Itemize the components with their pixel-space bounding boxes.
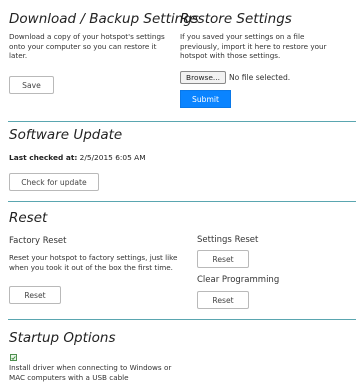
restore-settings-description: If you saved your settings on a file pre…: [180, 32, 327, 61]
install-driver-text: Install driver when connecting to Window…: [9, 363, 172, 382]
factory-reset-label: Factory Reset: [9, 236, 67, 246]
section-divider: [8, 121, 356, 122]
section-divider: [8, 201, 356, 202]
download-backup-description: Download a copy of your hotspot's settin…: [9, 32, 165, 61]
reset-title: Reset: [9, 210, 48, 226]
section-divider: [8, 319, 356, 320]
clear-programming-reset-button[interactable]: Reset: [197, 291, 249, 309]
download-backup-title: Download / Backup Settings: [9, 11, 199, 27]
browse-file-button[interactable]: Browse...: [180, 71, 226, 84]
factory-reset-description: Reset your hotspot to factory settings, …: [9, 253, 178, 272]
last-checked-value: 2/5/2015 6:05 AM: [79, 153, 146, 162]
last-checked-line: Last checked at: 2/5/2015 6:05 AM: [9, 153, 146, 162]
file-status-text: No file selected.: [229, 73, 291, 82]
submit-button[interactable]: Submit: [180, 90, 231, 108]
check-for-update-button[interactable]: Check for update: [9, 173, 99, 191]
checkmark-icon: [11, 355, 16, 360]
save-button[interactable]: Save: [9, 76, 54, 94]
install-driver-checkbox[interactable]: [10, 354, 17, 361]
restore-settings-title: Restore Settings: [180, 11, 292, 27]
settings-reset-button[interactable]: Reset: [197, 250, 249, 268]
factory-reset-button[interactable]: Reset: [9, 286, 61, 304]
startup-options-title: Startup Options: [9, 330, 116, 346]
settings-page: Download / Backup Settings Download a co…: [0, 0, 357, 388]
last-checked-label: Last checked at:: [9, 153, 78, 162]
software-update-title: Software Update: [9, 127, 123, 143]
settings-reset-label: Settings Reset: [197, 235, 259, 245]
clear-programming-label: Clear Programming: [197, 275, 280, 285]
